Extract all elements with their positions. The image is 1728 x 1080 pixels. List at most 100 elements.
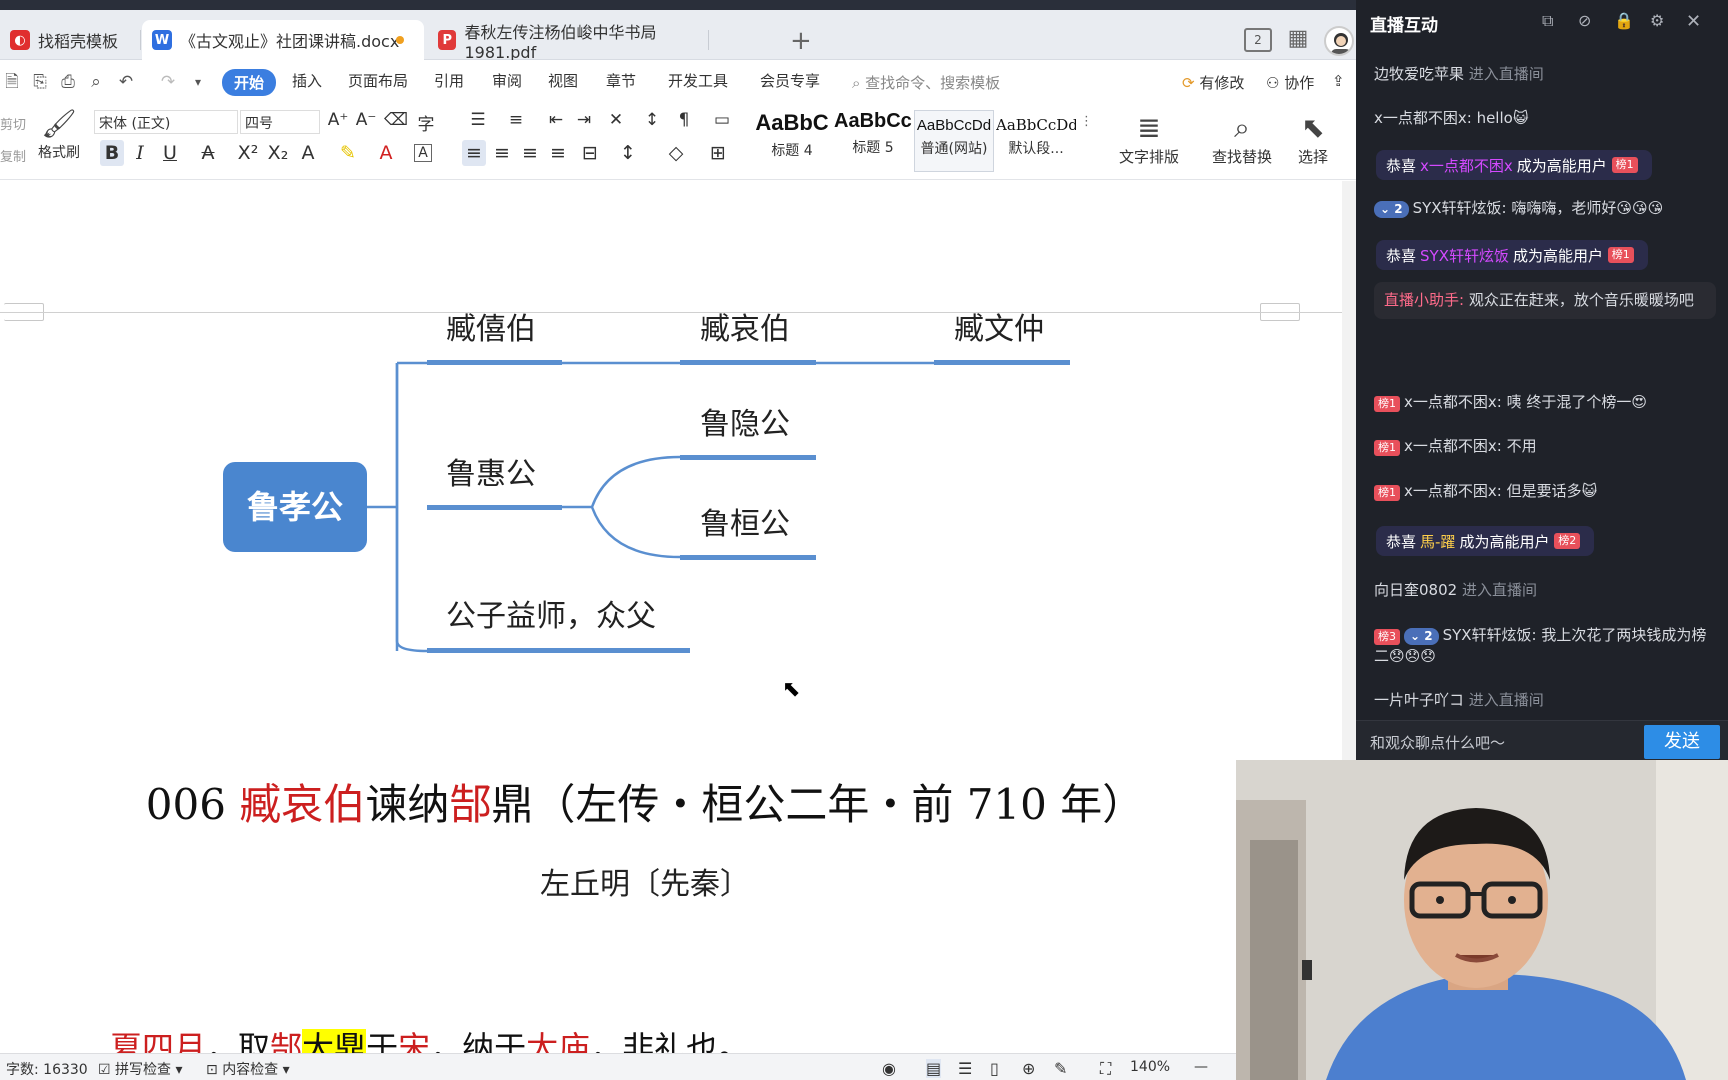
highlight-icon[interactable]: ✎ (336, 140, 360, 166)
font-size-select[interactable]: 四号 (240, 110, 320, 134)
mm-node-gongzi-yishi[interactable]: 公子益师，众父 (446, 599, 656, 634)
format-painter-button[interactable]: 🖌 格式刷 (34, 106, 84, 162)
web-view-icon[interactable]: ⊕ (1022, 1059, 1035, 1078)
style-normal-web[interactable]: AaBbCcDd 普通(网站) (914, 110, 994, 172)
zoom-out-icon[interactable]: — (1194, 1059, 1208, 1075)
close-icon[interactable]: ✕ (1686, 11, 1701, 32)
gear-icon[interactable]: ⚙ (1650, 11, 1664, 30)
align-center-icon[interactable]: ≡ (490, 140, 514, 166)
mm-node-zang-wenzhong[interactable]: 臧文仲 (954, 312, 1044, 347)
menu-chapter[interactable]: 章节 (606, 70, 636, 91)
cut-button[interactable]: 剪切 (0, 114, 26, 133)
text-layout-button[interactable]: ≣ 文字排版 (1112, 110, 1186, 167)
styles-scroll-icon[interactable]: ⋮ (1080, 114, 1093, 129)
eye-protect-icon[interactable]: ◉ (882, 1059, 896, 1078)
undo-icon[interactable]: ↶ (116, 72, 136, 92)
sort-icon[interactable]: ↕ (640, 110, 664, 130)
mm-node-zang-xibo[interactable]: 臧僖伯 (446, 312, 536, 347)
indent-icon[interactable]: ⇥ (572, 110, 596, 130)
style-sample: AaBbCcI (834, 110, 912, 132)
send-button[interactable]: 发送 (1644, 725, 1720, 759)
menu-developer[interactable]: 开发工具 (668, 70, 728, 91)
apps-grid-icon[interactable]: ▦ (1284, 28, 1312, 52)
shading-icon[interactable]: ◇ (664, 140, 688, 166)
mm-node-lu-yingong[interactable]: 鲁隐公 (700, 407, 790, 442)
char-border-icon[interactable]: A (414, 144, 432, 162)
superscript-icon[interactable]: X² (236, 140, 260, 166)
bullets-icon[interactable]: ☰ (466, 110, 490, 130)
word-count[interactable]: 字数: 16330 (6, 1059, 88, 1079)
more-quick-icon[interactable]: ▾ (188, 72, 208, 92)
clear-format-icon[interactable]: ⌫ (384, 110, 408, 130)
share-icon[interactable]: ⇪ (1332, 72, 1345, 90)
menu-home[interactable]: 开始 (222, 69, 277, 96)
menu-page-layout[interactable]: 页面布局 (348, 70, 408, 91)
outline-view-icon[interactable]: ☰ (958, 1059, 972, 1078)
line-spacing-icon[interactable]: ↕ (616, 140, 640, 166)
collab-button[interactable]: ⚇ 协作 (1266, 72, 1314, 93)
copy-button[interactable]: 复制 (0, 146, 26, 165)
tab-pdf[interactable]: P 春秋左传注杨伯峻中华书局1981.pdf (428, 20, 708, 62)
menu-view[interactable]: 视图 (548, 70, 578, 91)
menu-member[interactable]: 会员专享 (760, 70, 820, 91)
mm-node-zang-aibo[interactable]: 臧哀伯 (700, 312, 790, 347)
mm-node-lu-huangong[interactable]: 鲁桓公 (700, 507, 790, 542)
chat-enter-item: 一片叶子吖コ 进入直播间 (1374, 690, 1714, 711)
bold-icon[interactable]: B (100, 140, 124, 166)
tab-docx[interactable]: W 《古文观止》社团课讲稿.docx (142, 20, 424, 60)
export-icon[interactable]: ⎘ (30, 72, 50, 92)
fit-page-icon[interactable]: ⛶ (1100, 1059, 1111, 1079)
numbering-icon[interactable]: ≡ (504, 110, 528, 130)
mind-map[interactable]: 鲁孝公 臧僖伯 臧哀伯 臧文仲 鲁惠公 鲁隐公 鲁桓公 公子益师，众父 (0, 181, 1342, 701)
shrink-font-icon[interactable]: A⁻ (354, 110, 378, 130)
tab-docer-templates[interactable]: ◐ 找稻壳模板 (0, 20, 140, 60)
align-left-icon[interactable]: ≡ (462, 140, 486, 166)
distribute-icon[interactable]: ⊟ (578, 140, 602, 166)
strikethrough-icon[interactable]: A (196, 140, 220, 166)
lock-icon[interactable]: 🔒 (1614, 11, 1634, 30)
italic-icon[interactable]: I (128, 140, 152, 166)
content-check-toggle[interactable]: ⊡ 内容检查 ▾ (206, 1059, 290, 1079)
style-heading-5[interactable]: AaBbCcI 标题 5 (834, 110, 912, 172)
save-icon[interactable]: 🗎 (2, 72, 22, 92)
align-right-icon[interactable]: ≡ (518, 140, 542, 166)
text-effect-icon[interactable]: A (296, 140, 320, 166)
redo-icon[interactable]: ↷ (158, 72, 178, 92)
style-default-paragraph[interactable]: AaBbCcDd 默认段... (996, 110, 1076, 172)
preview-icon[interactable]: ⌕ (86, 72, 106, 92)
justify-icon[interactable]: ≡ (546, 140, 570, 166)
font-color-icon[interactable]: A (374, 140, 398, 166)
read-view-icon[interactable]: ▯ (990, 1059, 999, 1078)
window-restore-icon[interactable]: ⧉ (1542, 11, 1553, 31)
mm-node-lu-huigong[interactable]: 鲁惠公 (446, 457, 536, 492)
font-name-select[interactable]: 宋体 (正文) (94, 110, 238, 134)
spell-check-toggle[interactable]: ☑ 拼写检查 ▾ (98, 1059, 183, 1079)
subscript-icon[interactable]: X₂ (266, 140, 290, 166)
menu-review[interactable]: 审阅 (492, 70, 522, 91)
phonetic-icon[interactable]: 字 (414, 110, 438, 135)
new-tab-button[interactable]: + (790, 28, 812, 54)
document-canvas[interactable]: 鲁孝公 臧僖伯 臧哀伯 臧文仲 鲁惠公 鲁隐公 鲁桓公 公子益师，众父 ⬉ 00… (0, 181, 1342, 1053)
outdent-icon[interactable]: ⇤ (544, 110, 568, 130)
show-marks-icon[interactable]: ¶ (672, 110, 696, 130)
modify-button[interactable]: ⟳ 有修改 (1182, 72, 1244, 93)
window-count-icon[interactable]: 2 (1244, 28, 1272, 52)
page-view-icon[interactable]: ▤ (926, 1059, 942, 1078)
table-insert-icon[interactable]: ▭ (710, 110, 734, 130)
borders-icon[interactable]: ⊞ (706, 140, 730, 166)
user-avatar[interactable] (1324, 26, 1354, 56)
underline-icon[interactable]: U (158, 140, 182, 166)
chinese-layout-icon[interactable]: ✕ (604, 110, 628, 130)
chat-input[interactable]: 和观众聊点什么吧～ 发送 (1356, 720, 1728, 760)
mute-icon[interactable]: ⊘ (1578, 11, 1591, 30)
zoom-level[interactable]: 140% (1130, 1059, 1170, 1075)
command-search[interactable]: ⌕ 查找命令、搜索模板 (852, 72, 1000, 93)
find-replace-button[interactable]: ⌕ 查找替换 (1204, 110, 1280, 167)
select-button[interactable]: ⬉ 选择 (1288, 110, 1338, 167)
write-view-icon[interactable]: ✎ (1054, 1059, 1067, 1078)
print-icon[interactable]: ⎙ (58, 72, 78, 92)
grow-font-icon[interactable]: A⁺ (326, 110, 350, 130)
menu-insert[interactable]: 插入 (292, 70, 322, 91)
style-heading-4[interactable]: AaBbC 标题 4 (752, 110, 832, 172)
menu-references[interactable]: 引用 (434, 70, 464, 91)
